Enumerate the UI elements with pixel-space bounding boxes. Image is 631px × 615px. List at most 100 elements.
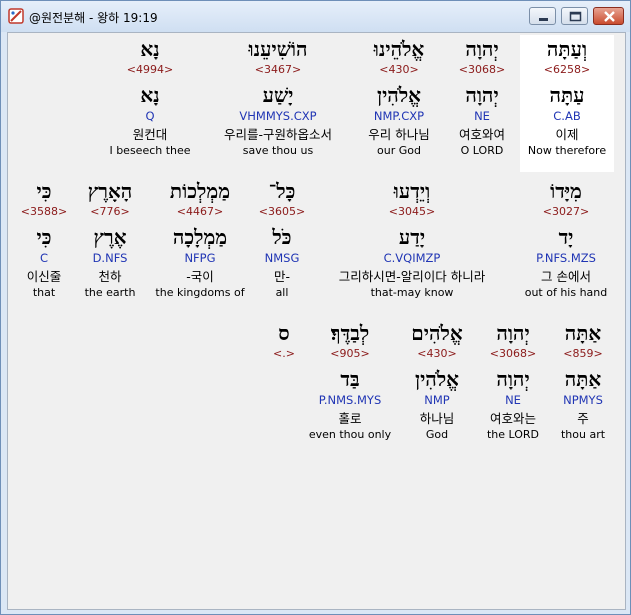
morphology-code: NFPG: [184, 251, 216, 265]
maximize-button[interactable]: [561, 7, 588, 25]
hebrew-word: לְבַדֶּךָ׃: [330, 321, 370, 345]
hebrew-word: כָּל־: [268, 179, 296, 203]
word-cell[interactable]: ס <.>: [266, 319, 302, 361]
english-gloss: Now therefore: [527, 144, 607, 157]
minimize-icon: [539, 18, 548, 21]
word-cell[interactable]: נָא <4994> נָא Q 원컨대 I beseech thee: [104, 35, 196, 158]
korean-gloss: 여호와여: [458, 127, 505, 142]
korean-gloss: 홀로: [338, 411, 362, 426]
close-button[interactable]: [593, 7, 624, 25]
strong-number: <3467>: [254, 63, 302, 76]
word-cell[interactable]: מַמְלְכוֹת <4467> מַמְלָכָה NFPG -국이 the…: [150, 177, 250, 300]
word-cell[interactable]: לְבַדֶּךָ׃ <905> בַּד P.NMS.MYS 홀로 even …: [306, 319, 394, 442]
lemma: יָשַׁע: [262, 83, 294, 107]
korean-gloss: -국이: [186, 269, 214, 284]
word-cell[interactable]: יְהוָה <3068> יְהוָה NE 여호와여 O LORD: [446, 35, 518, 158]
word-cell[interactable]: הָאָרֶץ <776> אֶרֶץ D.NFS 천하 the earth: [76, 177, 144, 300]
word-cell[interactable]: מִיָּדוֹ <3027> יָד P.NFS.MZS 그 손에서 out …: [516, 177, 616, 300]
morphology-code: D.NFS: [92, 251, 128, 265]
english-gloss: O LORD: [460, 144, 504, 157]
hebrew-word: כִּי: [36, 179, 52, 203]
hebrew-word: וְעַתָּה: [546, 37, 588, 61]
strong-number: <859>: [563, 347, 603, 360]
lemma: נָא: [140, 83, 160, 107]
close-icon: [604, 11, 615, 22]
korean-gloss: 하나님: [419, 411, 455, 426]
window-title: @원전분해 - 왕하 19:19: [29, 11, 158, 25]
hebrew-word: נָא: [140, 37, 160, 61]
korean-gloss: 이제: [555, 127, 579, 142]
app-window: @원전분해 - 왕하 19:19 וְעַתָּה <6258> עַתָּה …: [0, 0, 631, 615]
korean-gloss: 주: [577, 411, 589, 426]
english-gloss: God: [425, 428, 449, 441]
strong-number: <3588>: [20, 205, 68, 218]
hebrew-word: הוֹשִׁיעֵנוּ: [248, 37, 308, 61]
hebrew-word: מִיָּדוֹ: [550, 179, 582, 203]
hebrew-word: אַתָּה: [564, 321, 602, 345]
english-gloss: that-may know: [370, 286, 454, 299]
hebrew-word: ס: [278, 321, 290, 345]
minimize-button[interactable]: [529, 7, 556, 25]
lemma: אֶרֶץ: [93, 225, 127, 249]
english-gloss: thou art: [560, 428, 606, 441]
korean-gloss: 그 손에서: [541, 269, 591, 284]
morphology-code: NMP.CXP: [373, 109, 425, 123]
strong-number: <4467>: [176, 205, 224, 218]
korean-gloss: 여호와는: [489, 411, 536, 426]
strong-number: <776>: [90, 205, 130, 218]
lemma: אַתָּה: [564, 367, 602, 391]
korean-gloss: 원컨대: [132, 127, 168, 142]
morphology-code: NE: [474, 109, 490, 123]
lemma: יָדַע: [398, 225, 426, 249]
strong-number: <4994>: [126, 63, 174, 76]
english-gloss: all: [275, 286, 289, 299]
korean-gloss: 그리하시면-알리이다 하니라: [338, 269, 486, 284]
lemma: כֹּל: [272, 225, 292, 249]
hebrew-word: אֱלֹהִים: [411, 321, 463, 345]
morphology-code: C: [39, 251, 49, 265]
english-gloss: our God: [377, 144, 421, 157]
word-cell[interactable]: אֱלֹהִים <430> אֱלֹהִין NMP 하나님 God: [398, 319, 476, 442]
verse-analysis-panel: וְעַתָּה <6258> עַתָּה C.AB 이제 Now there…: [7, 32, 626, 610]
hebrew-word: אֱלֹהֵינוּ: [373, 37, 425, 61]
morphology-code: C.VQIMZP: [383, 251, 441, 265]
word-cell[interactable]: וְיֵדְעוּ <3045> יָדַע C.VQIMZP 그리하시면-알리…: [312, 177, 512, 300]
strong-number: <430>: [417, 347, 457, 360]
morphology-code: Q: [145, 109, 155, 123]
lemma: מַמְלָכָה: [172, 225, 228, 249]
app-icon: [8, 8, 24, 24]
word-cell[interactable]: אַתָּה <859> אַתָּה NPMYS 주 thou art: [550, 319, 616, 442]
korean-gloss: 천하: [98, 269, 122, 284]
morphology-code: VHMMYS.CXP: [239, 109, 317, 123]
word-cell[interactable]: אֱלֹהֵינוּ <430> אֱלֹהִין NMP.CXP 우리 하나님…: [356, 35, 442, 158]
morphology-code: P.NFS.MZS: [536, 251, 596, 265]
lemma: יְהוָה: [465, 83, 499, 107]
strong-number: <3027>: [542, 205, 590, 218]
korean-gloss: 이신줄: [26, 269, 62, 284]
lemma: יָד: [558, 225, 574, 249]
strong-number: <3045>: [388, 205, 436, 218]
title-bar[interactable]: @원전분해 - 왕하 19:19: [1, 1, 630, 32]
english-gloss: out of his hand: [524, 286, 608, 299]
strong-number: <905>: [330, 347, 370, 360]
english-gloss: the earth: [84, 286, 136, 299]
english-gloss: that: [32, 286, 56, 299]
english-gloss: save thou us: [242, 144, 314, 157]
strong-number: <3068>: [489, 347, 537, 360]
hebrew-word: מַמְלְכוֹת: [169, 179, 231, 203]
word-cell[interactable]: וְעַתָּה <6258> עַתָּה C.AB 이제 Now there…: [520, 35, 614, 172]
strong-number: <3068>: [458, 63, 506, 76]
word-cell[interactable]: כָּל־ <3605> כֹּל NMSG 만- all: [254, 177, 310, 300]
english-gloss: even thou only: [308, 428, 392, 441]
lemma: אֱלֹהִין: [414, 367, 460, 391]
strong-number: <3605>: [258, 205, 306, 218]
word-cell[interactable]: כִּי <3588> כִּי C 이신줄 that: [18, 177, 70, 300]
morphology-code: P.NMS.MYS: [318, 393, 382, 407]
lemma: עַתָּה: [549, 83, 585, 107]
english-gloss: the kingdoms of: [155, 286, 245, 299]
lemma: אֱלֹהִין: [376, 83, 422, 107]
word-cell[interactable]: יְהוָה <3068> יְהוָה NE 여호와는 the LORD: [480, 319, 546, 442]
morphology-code: NE: [505, 393, 521, 407]
lemma: כִּי: [36, 225, 52, 249]
word-cell[interactable]: הוֹשִׁיעֵנוּ <3467> יָשַׁע VHMMYS.CXP 우리…: [206, 35, 350, 158]
